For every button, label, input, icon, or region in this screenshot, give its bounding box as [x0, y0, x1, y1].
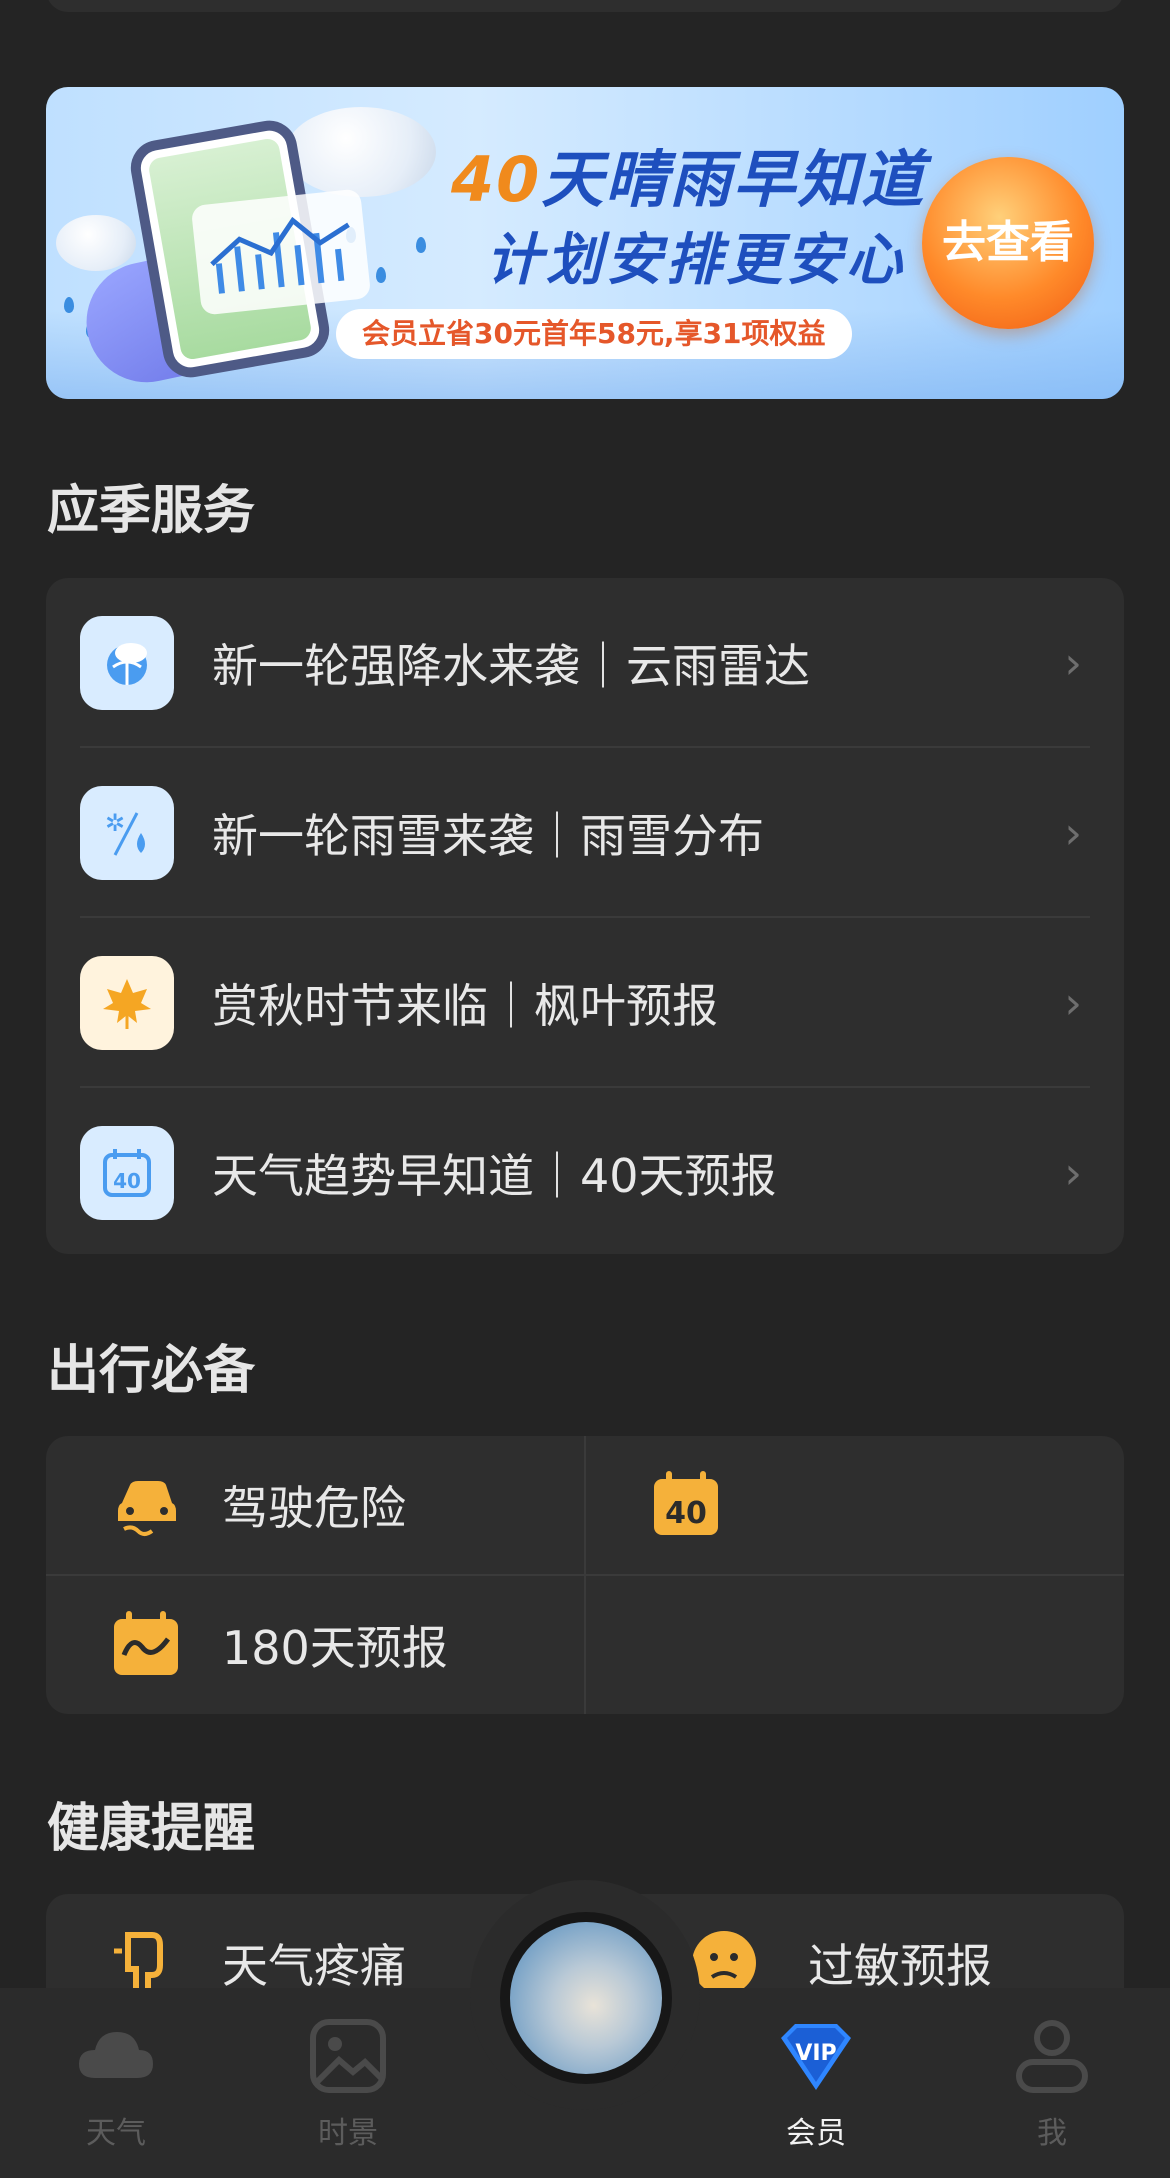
travel-item-driving[interactable]: 驾驶危险: [46, 1436, 584, 1574]
chevron-right-icon: ›: [1064, 1147, 1082, 1199]
chevron-right-icon: ›: [1064, 807, 1082, 859]
service-item-label: 新一轮雨雪来袭｜雨雪分布: [212, 809, 764, 863]
gallery-icon: [310, 2019, 386, 2093]
weather-scene-button[interactable]: [500, 1912, 672, 2084]
travel-item-label: 驾驶危险: [222, 1481, 406, 1535]
health-item-label: 过敏预报: [808, 1939, 992, 1993]
nav-label: 会员: [786, 2116, 846, 2151]
service-item-40day[interactable]: 40 天气趋势早知道｜40天预报 ›: [46, 1088, 1124, 1258]
calendar-40-icon: 40: [654, 1471, 718, 1535]
banner-subline: 计划安排更安心: [486, 228, 906, 293]
health-item-label: 天气疼痛: [222, 1939, 406, 1993]
previous-card-edge: [46, 0, 1124, 12]
service-item-rain-snow[interactable]: ✲ 新一轮雨雪来袭｜雨雪分布 ›: [46, 748, 1124, 918]
travel-item-40day[interactable]: 40: [586, 1436, 1124, 1574]
service-item-label: 赏秋时节来临｜枫叶预报: [212, 979, 718, 1033]
section-title-seasonal: 应季服务: [47, 481, 256, 541]
calendar-wave-icon: [114, 1611, 178, 1675]
profile-icon: [1016, 2020, 1088, 2093]
promo-banner[interactable]: 40天晴雨早知道 计划安排更安心 会员立省30元首年58元,享31项权益 去查看: [46, 87, 1124, 399]
nav-tab-weather[interactable]: 天气: [26, 2016, 206, 2166]
calendar-40-icon: 40: [80, 1126, 174, 1220]
nav-tab-scenes[interactable]: 时景: [258, 2016, 438, 2166]
raindrop-decoration: [376, 267, 386, 283]
sky-thumbnail: [510, 1922, 662, 2074]
nav-tab-vip[interactable]: VIP 会员: [726, 2016, 906, 2166]
banner-headline: 40天晴雨早知道: [451, 143, 926, 216]
vip-diamond-icon: VIP: [781, 2024, 851, 2090]
view-now-button[interactable]: 去查看: [922, 157, 1094, 329]
cloud-decoration: [56, 215, 136, 271]
raindrop-decoration: [64, 297, 74, 313]
nav-label: 我: [1037, 2116, 1067, 2151]
service-item-label: 新一轮强降水来袭｜云雨雷达: [212, 639, 810, 693]
travel-grid: 驾驶危险 40 180天预报: [46, 1436, 1124, 1714]
banner-promo-text: 会员立省30元首年58元,享31项权益: [336, 309, 852, 359]
cloud-icon: [79, 2032, 153, 2078]
seasonal-services-list: 新一轮强降水来袭｜云雨雷达 › ✲ 新一轮雨雪来袭｜雨雪分布 › 赏秋时节来临｜…: [46, 578, 1124, 1254]
nav-label: 天气: [86, 2116, 146, 2151]
svg-text:40: 40: [665, 1496, 707, 1531]
maple-leaf-icon: [80, 956, 174, 1050]
chevron-right-icon: ›: [1064, 977, 1082, 1029]
raindrop-decoration: [416, 237, 426, 253]
chart-card-illustration: [190, 188, 372, 316]
travel-item-180day[interactable]: 180天预报: [46, 1576, 584, 1714]
svg-text:40: 40: [113, 1169, 141, 1193]
section-title-health: 健康提醒: [47, 1799, 256, 1859]
rain-snow-icon: ✲: [80, 786, 174, 880]
svg-text:VIP: VIP: [795, 2041, 836, 2066]
chevron-right-icon: ›: [1064, 637, 1082, 689]
travel-item-label: 180天预报: [222, 1621, 448, 1675]
cloud-decoration: [286, 107, 436, 197]
car-skid-icon: [118, 1481, 176, 1536]
service-item-maple[interactable]: 赏秋时节来临｜枫叶预报 ›: [46, 918, 1124, 1088]
cloud-rain-radar-icon: [80, 616, 174, 710]
service-item-radar[interactable]: 新一轮强降水来袭｜云雨雷达 ›: [46, 578, 1124, 748]
nav-label: 时景: [318, 2116, 378, 2151]
section-title-travel: 出行必备: [47, 1341, 256, 1401]
service-item-label: 天气趋势早知道｜40天预报: [212, 1149, 777, 1203]
svg-text:✲: ✲: [105, 809, 125, 837]
nav-tab-me[interactable]: 我: [962, 2016, 1142, 2166]
